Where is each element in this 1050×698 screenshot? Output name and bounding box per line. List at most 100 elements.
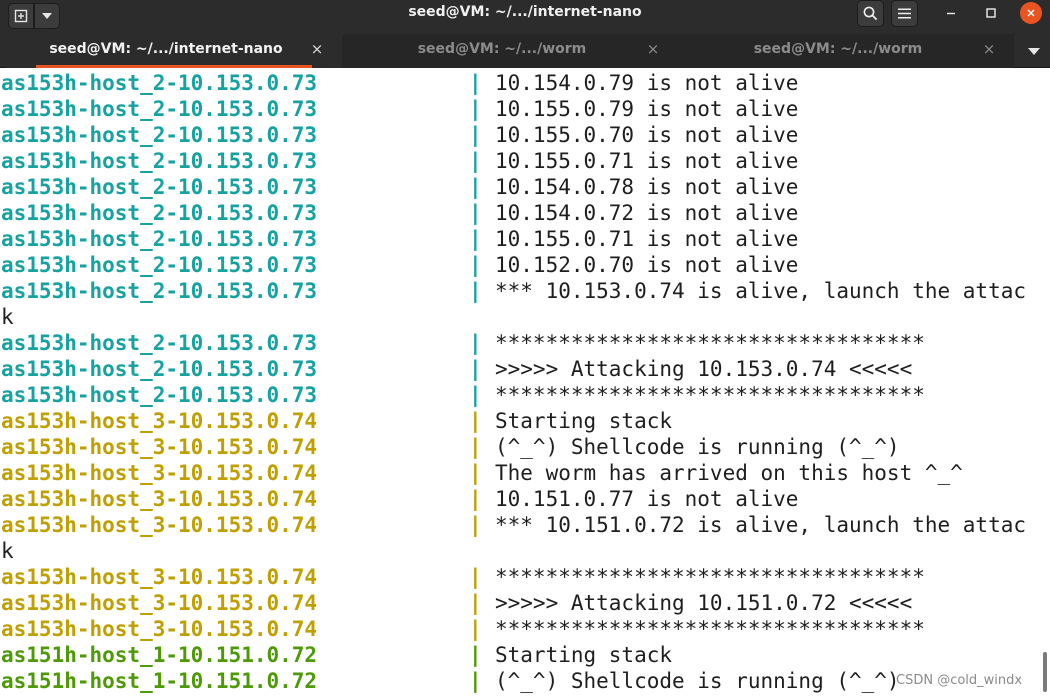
tab-worm[interactable]: seed@VM: ~/.../worm × — [342, 34, 678, 68]
terminal-line: as151h-host_1-10.151.0.72 | (^_^) Shellcod… — [0, 668, 1050, 694]
log-message: 10.155.0.79 is not alive — [495, 97, 799, 121]
log-message: 10.152.0.70 is not alive — [495, 253, 799, 277]
host-prefix: as153h-host_2-10.153.0.73 — [1, 123, 318, 147]
line-separator: | — [469, 71, 482, 95]
line-separator: | — [469, 97, 482, 121]
host-prefix: as153h-host_2-10.153.0.73 — [1, 279, 318, 303]
host-prefix: as153h-host_3-10.153.0.74 — [1, 591, 318, 615]
line-separator: | — [469, 253, 482, 277]
line-separator: | — [469, 669, 482, 693]
tab-list-button[interactable] — [1024, 44, 1044, 58]
log-message: 10.151.0.77 is not alive — [495, 487, 799, 511]
line-separator: | — [469, 357, 482, 381]
terminal-line: as153h-host_2-10.153.0.73 | 10.152.0.70 is… — [0, 252, 1050, 278]
host-prefix: as153h-host_2-10.153.0.73 — [1, 71, 318, 95]
tab-close-icon[interactable]: × — [646, 40, 660, 58]
log-message: ********************************** — [495, 617, 925, 641]
log-message: ********************************** — [495, 383, 925, 407]
log-message: 10.154.0.72 is not alive — [495, 201, 799, 225]
header-bar: seed@VM: ~/.../internet-nano — [0, 0, 1050, 34]
terminal-line: as153h-host_2-10.153.0.73 | 10.155.0.71 is… — [0, 226, 1050, 252]
tab-label: seed@VM: ~/.../internet-nano — [49, 41, 283, 57]
maximize-button[interactable] — [980, 2, 1002, 24]
terminal-line: as153h-host_3-10.153.0.74 | **************… — [0, 616, 1050, 642]
minimize-icon — [947, 12, 955, 15]
terminal-line: as153h-host_3-10.153.0.74 | **************… — [0, 564, 1050, 590]
watermark-text: CSDN @cold_windx — [896, 673, 1023, 688]
line-separator: | — [469, 331, 482, 355]
close-icon — [1027, 9, 1035, 17]
line-separator: | — [469, 175, 482, 199]
log-message: 10.155.0.71 is not alive — [495, 149, 799, 173]
host-prefix: as151h-host_1-10.151.0.72 — [1, 643, 318, 667]
line-separator: | — [469, 227, 482, 251]
line-separator: | — [469, 383, 482, 407]
log-message: Starting stack — [495, 409, 673, 433]
tab-close-icon[interactable]: × — [982, 40, 996, 58]
line-separator: | — [469, 617, 482, 641]
tab-bar: seed@VM: ~/.../internet-nano × seed@VM: … — [0, 34, 1050, 68]
search-button[interactable] — [857, 0, 884, 27]
log-message: (^_^) Shellcode is running (^_^) — [495, 435, 900, 459]
log-message: 10.154.0.78 is not alive — [495, 175, 799, 199]
line-separator: | — [469, 461, 482, 485]
tab-close-icon[interactable]: × — [310, 40, 324, 58]
host-prefix: as153h-host_2-10.153.0.73 — [1, 253, 318, 277]
line-separator: | — [469, 435, 482, 459]
terminal-line: as153h-host_3-10.153.0.74 | *** 10.151.0.7… — [0, 512, 1050, 538]
log-message: 10.155.0.71 is not alive — [495, 227, 799, 251]
line-separator: | — [469, 149, 482, 173]
main-menu-button[interactable] — [891, 0, 918, 27]
tab-label: seed@VM: ~/.../worm — [753, 41, 923, 57]
log-message: >>>>> Attacking 10.151.0.72 <<<<< — [495, 591, 913, 615]
host-prefix: as153h-host_2-10.153.0.73 — [1, 357, 318, 381]
log-message: ********************************** — [495, 331, 925, 355]
log-message: *** 10.153.0.74 is alive, launch the att… — [495, 279, 1027, 303]
host-prefix: as153h-host_2-10.153.0.73 — [1, 227, 318, 251]
host-prefix: as153h-host_2-10.153.0.73 — [1, 201, 318, 225]
line-separator: | — [469, 123, 482, 147]
terminal-line: k — [0, 304, 1050, 330]
host-prefix: as151h-host_1-10.151.0.72 — [1, 669, 318, 693]
maximize-icon — [986, 8, 996, 18]
line-separator: | — [469, 487, 482, 511]
host-prefix: as153h-host_3-10.153.0.74 — [1, 409, 318, 433]
terminal-output[interactable]: as153h-host_2-10.153.0.73 | 10.154.0.79 is… — [0, 70, 1050, 698]
terminal-line: as153h-host_2-10.153.0.73 | 10.154.0.72 is… — [0, 200, 1050, 226]
terminal-line: as153h-host_2-10.153.0.73 | 10.154.0.78 is… — [0, 174, 1050, 200]
log-message: The worm has arrived on this host ^_^ — [495, 461, 963, 485]
terminal-line: as153h-host_2-10.153.0.73 | *** 10.153.0.7… — [0, 278, 1050, 304]
tab-internet-nano[interactable]: seed@VM: ~/.../internet-nano × — [6, 34, 342, 68]
log-message: *** 10.151.0.72 is alive, launch the att… — [495, 513, 1027, 537]
search-icon — [863, 6, 878, 21]
chevron-down-icon — [1028, 47, 1040, 55]
terminal-line: as153h-host_2-10.153.0.73 | **************… — [0, 382, 1050, 408]
host-prefix: as153h-host_2-10.153.0.73 — [1, 149, 318, 173]
host-prefix: as153h-host_3-10.153.0.74 — [1, 513, 318, 537]
terminal-line: as151h-host_1-10.151.0.72 | Starting stack — [0, 642, 1050, 668]
terminal-line: k — [0, 538, 1050, 564]
terminal-line: as153h-host_2-10.153.0.73 | 10.154.0.79 is… — [0, 70, 1050, 96]
host-prefix: as153h-host_3-10.153.0.74 — [1, 435, 318, 459]
log-message: (^_^) Shellcode is running (^_^) — [495, 669, 900, 693]
host-prefix: as153h-host_2-10.153.0.73 — [1, 97, 318, 121]
terminal-line: as153h-host_2-10.153.0.73 | 10.155.0.70 is… — [0, 122, 1050, 148]
tab-label: seed@VM: ~/.../worm — [417, 41, 587, 57]
active-tab-indicator — [36, 65, 312, 68]
line-separator: | — [469, 513, 482, 537]
tab-worm[interactable]: seed@VM: ~/.../worm × — [678, 34, 1014, 68]
host-prefix: as153h-host_3-10.153.0.74 — [1, 461, 318, 485]
line-separator: | — [469, 643, 482, 667]
terminal-line: as153h-host_3-10.153.0.74 | 10.151.0.77 is… — [0, 486, 1050, 512]
line-separator: | — [469, 409, 482, 433]
close-window-button[interactable] — [1020, 2, 1042, 24]
terminal-line: as153h-host_2-10.153.0.73 | 10.155.0.79 is… — [0, 96, 1050, 122]
terminal-line: as153h-host_2-10.153.0.73 | 10.155.0.71 is… — [0, 148, 1050, 174]
minimize-button[interactable] — [940, 2, 962, 24]
terminal-line: as153h-host_3-10.153.0.74 | The worm has a… — [0, 460, 1050, 486]
line-separator: | — [469, 565, 482, 589]
host-prefix: as153h-host_3-10.153.0.74 — [1, 617, 318, 641]
scrollbar-thumb[interactable] — [1043, 652, 1047, 692]
host-prefix: as153h-host_3-10.153.0.74 — [1, 487, 318, 511]
terminal-line: as153h-host_2-10.153.0.73 | **************… — [0, 330, 1050, 356]
